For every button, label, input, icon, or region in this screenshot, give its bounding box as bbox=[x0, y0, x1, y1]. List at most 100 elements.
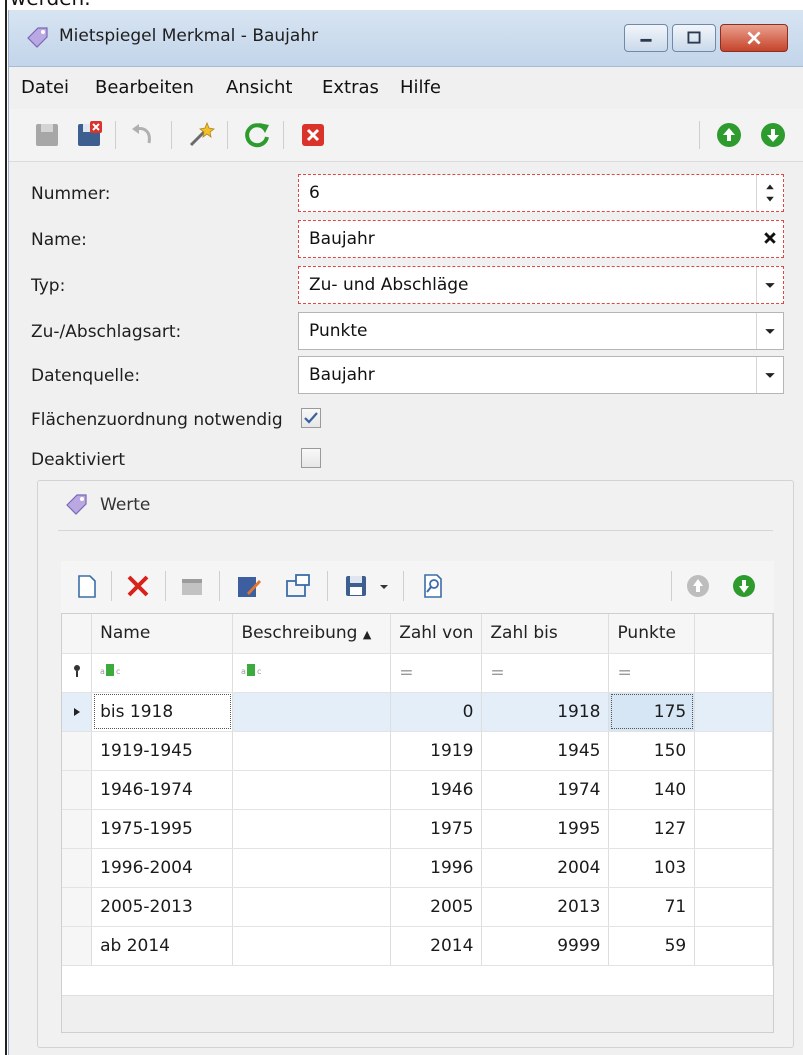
cell-punkte[interactable]: 150 bbox=[608, 731, 696, 771]
column-header-zahl-bis[interactable]: Zahl bis bbox=[481, 614, 610, 654]
cell-zahl-von[interactable]: 1919 bbox=[390, 731, 483, 771]
page-caption: werden. bbox=[0, 0, 803, 10]
equals-filter-icon: = bbox=[490, 662, 505, 683]
cell-name[interactable]: ab 2014 bbox=[91, 926, 234, 966]
name-field[interactable]: Baujahr bbox=[298, 220, 784, 258]
table-row[interactable]: ab 2014 2014 9999 59 bbox=[62, 926, 773, 966]
cell-name[interactable]: 1975-1995 bbox=[91, 809, 234, 849]
spinner-arrows-icon[interactable] bbox=[756, 175, 783, 211]
werte-grid[interactable]: Name Beschreibung ▲ Zahl von Zahl bis Pu… bbox=[61, 613, 774, 1033]
delete-icon[interactable] bbox=[297, 119, 329, 151]
filter-cell-name[interactable]: ac bbox=[91, 653, 234, 693]
cell-zahl-von[interactable]: 1996 bbox=[390, 848, 483, 888]
menu-extras[interactable]: Extras bbox=[322, 77, 379, 98]
save-grid-icon[interactable] bbox=[341, 571, 371, 601]
cell-empty bbox=[694, 692, 773, 732]
cell-beschreibung[interactable] bbox=[232, 731, 392, 771]
find-document-icon[interactable] bbox=[417, 571, 447, 601]
close-button[interactable] bbox=[720, 24, 788, 52]
column-header-name[interactable]: Name bbox=[91, 614, 234, 654]
cell-punkte[interactable]: 140 bbox=[608, 770, 696, 810]
minimize-button[interactable] bbox=[624, 24, 668, 52]
cell-beschreibung[interactable] bbox=[232, 887, 392, 927]
cell-beschreibung[interactable] bbox=[232, 926, 392, 966]
abschlagsart-select[interactable]: Punkte bbox=[298, 312, 784, 350]
filter-cell-zahl-von[interactable]: = bbox=[390, 653, 483, 693]
menu-bearbeiten[interactable]: Bearbeiten bbox=[95, 77, 194, 98]
cell-zahl-bis[interactable]: 1995 bbox=[481, 809, 610, 849]
arrow-up-circle-icon[interactable] bbox=[713, 119, 745, 151]
table-row[interactable]: 2005-2013 2005 2013 71 bbox=[62, 887, 773, 927]
cell-zahl-bis[interactable]: 1974 bbox=[481, 770, 610, 810]
maximize-button[interactable] bbox=[672, 24, 716, 52]
cell-zahl-von[interactable]: 2014 bbox=[390, 926, 483, 966]
cell-name[interactable]: 1919-1945 bbox=[91, 731, 234, 771]
table-row[interactable]: 1946-1974 1946 1974 140 bbox=[62, 770, 773, 810]
toolbar-separator bbox=[219, 571, 220, 601]
table-disabled-icon[interactable] bbox=[177, 571, 207, 601]
cell-name[interactable]: bis 1918 bbox=[91, 692, 234, 732]
cell-beschreibung[interactable] bbox=[232, 848, 392, 888]
table-row[interactable]: 1919-1945 1919 1945 150 bbox=[62, 731, 773, 771]
table-row[interactable]: 1996-2004 1996 2004 103 bbox=[62, 848, 773, 888]
cell-zahl-von[interactable]: 1975 bbox=[390, 809, 483, 849]
cell-zahl-von[interactable]: 1946 bbox=[390, 770, 483, 810]
edit-record-icon[interactable] bbox=[233, 571, 263, 601]
cell-zahl-bis[interactable]: 1945 bbox=[481, 731, 610, 771]
dropdown-arrow-icon[interactable] bbox=[375, 571, 393, 601]
flaechenzuordnung-label: Flächenzuordnung notwendig bbox=[31, 410, 283, 430]
cell-beschreibung[interactable] bbox=[232, 770, 392, 810]
clear-icon[interactable] bbox=[757, 221, 783, 257]
refresh-icon[interactable] bbox=[241, 119, 273, 151]
cell-name[interactable]: 1996-2004 bbox=[91, 848, 234, 888]
deaktiviert-checkbox[interactable] bbox=[301, 448, 321, 468]
filter-cell-beschreibung[interactable]: ac bbox=[232, 653, 392, 693]
save-close-icon[interactable] bbox=[73, 119, 105, 151]
menu-datei[interactable]: Datei bbox=[21, 77, 69, 98]
column-header-punkte[interactable]: Punkte bbox=[608, 614, 696, 654]
magic-wand-icon[interactable] bbox=[185, 119, 217, 151]
new-document-icon[interactable] bbox=[71, 571, 101, 601]
current-row-icon bbox=[73, 707, 80, 716]
table-row[interactable]: bis 1918 0 1918 175 bbox=[62, 692, 773, 732]
column-header-beschreibung[interactable]: Beschreibung ▲ bbox=[232, 614, 392, 654]
filter-cell-punkte[interactable]: = bbox=[608, 653, 696, 693]
cell-punkte[interactable]: 103 bbox=[608, 848, 696, 888]
delete-x-icon[interactable] bbox=[123, 571, 153, 601]
arrow-down-circle-icon[interactable] bbox=[757, 119, 789, 151]
cell-zahl-bis[interactable]: 2013 bbox=[481, 887, 610, 927]
cell-punkte[interactable]: 127 bbox=[608, 809, 696, 849]
flaechenzuordnung-checkbox[interactable] bbox=[301, 408, 321, 428]
chevron-down-icon[interactable] bbox=[756, 267, 783, 303]
nummer-spinner[interactable]: 6 bbox=[298, 174, 784, 212]
chevron-down-icon[interactable] bbox=[756, 313, 783, 349]
arrow-down-circle-icon[interactable] bbox=[729, 571, 759, 601]
cell-zahl-von[interactable]: 0 bbox=[390, 692, 483, 732]
arrow-up-circle-icon[interactable] bbox=[683, 571, 713, 601]
typ-select[interactable]: Zu- und Abschläge bbox=[298, 266, 784, 304]
export-window-icon[interactable] bbox=[283, 571, 313, 601]
cell-zahl-bis[interactable]: 2004 bbox=[481, 848, 610, 888]
cell-name[interactable]: 1946-1974 bbox=[91, 770, 234, 810]
cell-punkte[interactable]: 175 bbox=[608, 692, 696, 732]
table-row[interactable]: 1975-1995 1975 1995 127 bbox=[62, 809, 773, 849]
menu-hilfe[interactable]: Hilfe bbox=[400, 77, 441, 98]
datenquelle-select[interactable]: Baujahr bbox=[298, 356, 784, 394]
cell-punkte[interactable]: 59 bbox=[608, 926, 696, 966]
cell-empty bbox=[694, 887, 773, 927]
cell-beschreibung[interactable] bbox=[232, 692, 392, 732]
chevron-down-icon[interactable] bbox=[756, 357, 783, 393]
nummer-value: 6 bbox=[309, 183, 320, 203]
cell-zahl-bis[interactable]: 1918 bbox=[481, 692, 610, 732]
cell-name[interactable]: 2005-2013 bbox=[91, 887, 234, 927]
cell-punkte[interactable]: 71 bbox=[608, 887, 696, 927]
filter-cell-zahl-bis[interactable]: = bbox=[481, 653, 610, 693]
cell-zahl-bis[interactable]: 9999 bbox=[481, 926, 610, 966]
menu-ansicht[interactable]: Ansicht bbox=[226, 77, 292, 98]
row-header bbox=[62, 809, 93, 849]
undo-icon[interactable] bbox=[127, 119, 159, 151]
column-header-zahl-von[interactable]: Zahl von bbox=[390, 614, 483, 654]
cell-zahl-von[interactable]: 2005 bbox=[390, 887, 483, 927]
cell-beschreibung[interactable] bbox=[232, 809, 392, 849]
save-icon[interactable] bbox=[31, 119, 63, 151]
